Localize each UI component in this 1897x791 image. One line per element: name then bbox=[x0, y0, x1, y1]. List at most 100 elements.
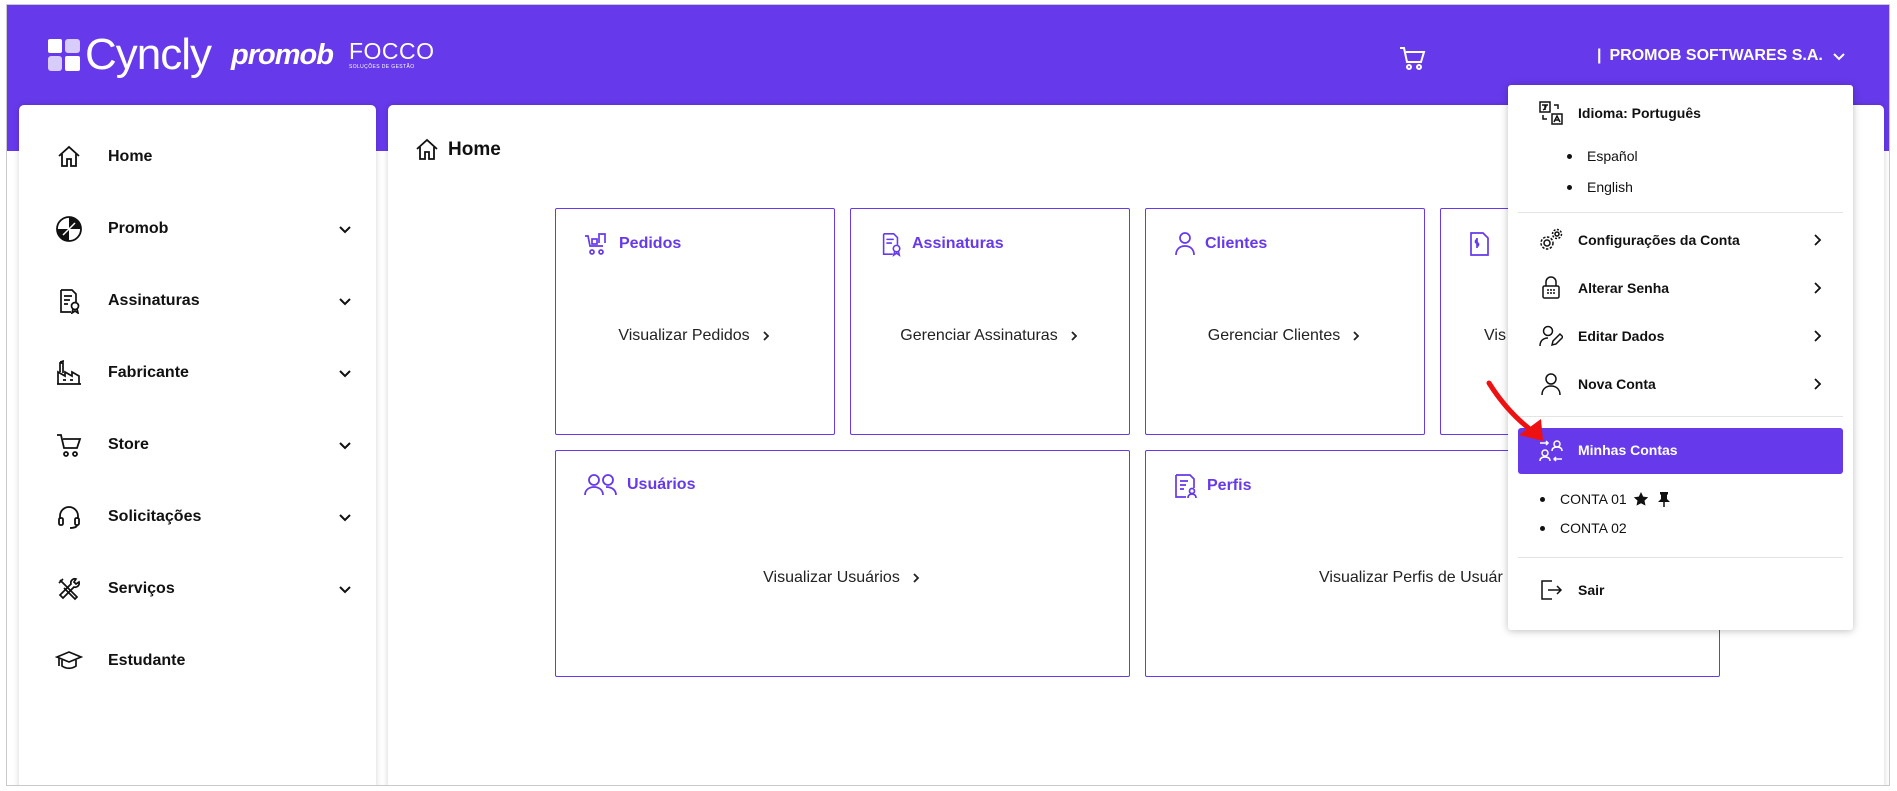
gears-icon bbox=[1538, 227, 1564, 253]
card-title: Perfis bbox=[1207, 477, 1252, 494]
card-link-label: Vis bbox=[1484, 327, 1506, 344]
card-header: Pedidos bbox=[584, 231, 681, 257]
pin-icon[interactable] bbox=[1657, 491, 1671, 507]
view-users-link[interactable]: Visualizar Usuários bbox=[556, 569, 1129, 587]
account-item-conta-01[interactable]: CONTA 01 bbox=[1540, 491, 1671, 507]
tools-icon bbox=[54, 574, 84, 604]
sidebar-item-label: Solicitações bbox=[108, 508, 202, 525]
language-option-english[interactable]: English bbox=[1567, 179, 1633, 195]
language-option-espanol[interactable]: Español bbox=[1567, 148, 1638, 164]
language-label: Idioma: Português bbox=[1578, 105, 1701, 121]
sidebar-item-label: Serviços bbox=[108, 580, 175, 597]
sidebar-item-label: Fabricante bbox=[108, 364, 189, 381]
card-usuarios[interactable]: Usuários Visualizar Usuários bbox=[555, 450, 1130, 677]
manage-clients-link[interactable]: Gerenciar Clientes bbox=[1146, 327, 1424, 345]
sidebar-item-estudante[interactable]: Estudante bbox=[19, 633, 376, 689]
cyncly-logo-mark bbox=[48, 39, 80, 71]
chevron-down-icon[interactable] bbox=[337, 293, 353, 309]
chevron-down-icon[interactable] bbox=[337, 437, 353, 453]
chevron-right-icon bbox=[1353, 331, 1360, 341]
account-dropdown: Idioma: Português Español English Config… bbox=[1508, 85, 1853, 630]
menu-item-my-accounts[interactable]: Minhas Contas bbox=[1518, 428, 1843, 474]
promob-logo-text: promob bbox=[231, 38, 334, 71]
cart-box-icon bbox=[585, 233, 606, 255]
bullet bbox=[1567, 153, 1572, 159]
chevron-down-icon[interactable] bbox=[337, 581, 353, 597]
menu-item-edit-data[interactable]: Editar Dados bbox=[1508, 316, 1853, 356]
graduation-cap-icon bbox=[54, 646, 84, 676]
document-badge-icon bbox=[54, 286, 84, 316]
person-icon bbox=[1175, 232, 1195, 256]
account-menu-toggle[interactable]: | PROMOB SOFTWARES S.A. bbox=[1597, 47, 1847, 65]
account-item-conta-02[interactable]: CONTA 02 bbox=[1540, 520, 1627, 536]
card-pedidos[interactable]: Pedidos Visualizar Pedidos bbox=[555, 208, 835, 435]
account-name: CONTA 01 bbox=[1560, 491, 1627, 507]
page-title: Home bbox=[448, 139, 501, 160]
home-icon bbox=[54, 142, 84, 172]
view-orders-link[interactable]: Visualizar Pedidos bbox=[556, 327, 834, 345]
header-separator: | bbox=[1597, 47, 1602, 64]
chevron-down-icon bbox=[1833, 53, 1845, 61]
chevron-down-icon[interactable] bbox=[337, 509, 353, 525]
app-window: Cyncly promob FOCCO SOLUÇÕES DE GESTÃO |… bbox=[6, 4, 1890, 786]
card-title: Assinaturas bbox=[912, 235, 1004, 252]
chevron-down-icon[interactable] bbox=[337, 365, 353, 381]
card-header: Perfis bbox=[1174, 473, 1251, 499]
sidebar-item-label: Estudante bbox=[108, 652, 186, 669]
sidebar-item-assinaturas[interactable]: Assinaturas bbox=[19, 273, 376, 329]
chevron-right-icon bbox=[913, 573, 920, 583]
company-name: PROMOB SOFTWARES S.A. bbox=[1609, 47, 1823, 64]
card-title: Usuários bbox=[627, 476, 696, 493]
card-header: Usuários bbox=[584, 473, 695, 497]
chevron-right-icon bbox=[1814, 234, 1822, 246]
menu-item-label: Nova Conta bbox=[1578, 376, 1656, 392]
menu-item-new-account[interactable]: Nova Conta bbox=[1508, 364, 1853, 404]
cyncly-logo-text: Cyncly bbox=[85, 30, 212, 79]
logout-button[interactable]: Sair bbox=[1508, 570, 1853, 610]
card-assinaturas[interactable]: Assinaturas Gerenciar Assinaturas bbox=[850, 208, 1130, 435]
divider bbox=[1518, 416, 1843, 417]
card-title: Pedidos bbox=[619, 235, 682, 252]
card-clientes[interactable]: Clientes Gerenciar Clientes bbox=[1145, 208, 1425, 435]
menu-item-change-password[interactable]: Alterar Senha bbox=[1508, 268, 1853, 308]
sidebar-item-servicos[interactable]: Serviços bbox=[19, 561, 376, 617]
annotation-arrow-icon bbox=[1486, 380, 1543, 441]
sidebar: Home Promob Assinaturas Fabricante Store… bbox=[19, 105, 376, 785]
brand-logos[interactable]: Cyncly promob FOCCO SOLUÇÕES DE GESTÃO bbox=[47, 33, 435, 77]
star-icon[interactable] bbox=[1633, 491, 1649, 507]
focco-logo-text: FOCCO bbox=[348, 38, 435, 64]
cart-icon bbox=[54, 430, 84, 460]
home-icon bbox=[416, 138, 438, 160]
bullet bbox=[1540, 496, 1545, 502]
menu-item-account-settings[interactable]: Configurações da Conta bbox=[1508, 220, 1853, 260]
breadcrumb: Home bbox=[414, 137, 501, 163]
sidebar-item-solicitacoes[interactable]: Solicitações bbox=[19, 489, 376, 545]
language-selector[interactable]: Idioma: Português bbox=[1508, 93, 1853, 133]
chevron-right-icon bbox=[1814, 330, 1822, 342]
sidebar-item-label: Promob bbox=[108, 220, 169, 237]
sidebar-item-home[interactable]: Home bbox=[19, 129, 376, 185]
card-header bbox=[1469, 231, 1500, 257]
chevron-right-icon bbox=[1071, 331, 1077, 341]
divider bbox=[1518, 212, 1843, 213]
language-option-label: Español bbox=[1587, 148, 1638, 164]
document-badge-icon bbox=[882, 233, 901, 257]
chevron-down-icon[interactable] bbox=[337, 221, 353, 237]
sidebar-item-store[interactable]: Store bbox=[19, 417, 376, 473]
card-header: Clientes bbox=[1174, 231, 1267, 257]
sidebar-item-label: Home bbox=[108, 148, 153, 165]
card-header: Assinaturas bbox=[879, 231, 1004, 257]
manage-subscriptions-link[interactable]: Gerenciar Assinaturas bbox=[851, 327, 1129, 345]
sidebar-item-promob[interactable]: Promob bbox=[19, 201, 376, 257]
sidebar-item-fabricante[interactable]: Fabricante bbox=[19, 345, 376, 401]
language-option-label: English bbox=[1587, 179, 1633, 195]
translate-icon bbox=[1538, 100, 1564, 126]
bullet bbox=[1567, 184, 1572, 190]
focco-tagline: SOLUÇÕES DE GESTÃO bbox=[348, 64, 415, 70]
cart-icon[interactable] bbox=[1397, 43, 1427, 73]
divider bbox=[1518, 557, 1843, 558]
chevron-right-icon bbox=[763, 331, 769, 341]
headset-icon bbox=[54, 502, 84, 532]
users-icon bbox=[584, 474, 617, 496]
card-link-label: Gerenciar Assinaturas bbox=[900, 327, 1058, 344]
